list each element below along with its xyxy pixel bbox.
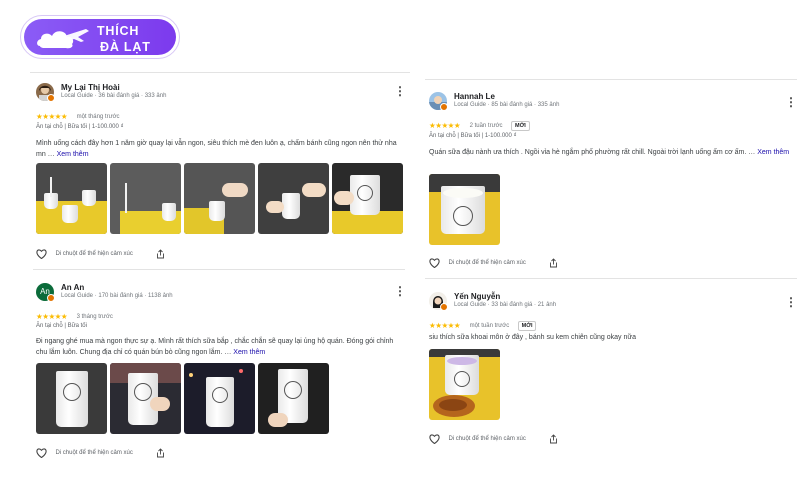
see-more-link[interactable]: Xem thêm [233, 349, 265, 356]
see-more-link[interactable]: Xem thêm [757, 149, 789, 156]
review-photo[interactable] [184, 163, 255, 234]
review-time: một tuần trước [469, 322, 510, 329]
review-photo[interactable] [332, 163, 403, 234]
reviewer-name[interactable]: Hannah Le [454, 92, 495, 101]
share-icon[interactable] [549, 258, 558, 268]
rating-line: ★★★★★ một tháng trước [36, 108, 120, 121]
reaction-bar: Di chuột để thể hiện cảm xúc [429, 254, 558, 268]
new-badge: MỚI [517, 320, 537, 331]
review-text: Mình uống cách đây hơn 1 năm giờ quay lạ… [36, 138, 406, 160]
reviewer-meta: Local Guide · 33 bài đánh giá · 21 ảnh [454, 302, 557, 308]
review-text: Quán sữa đậu nành ưa thích . Ngồi vỉa hè… [429, 147, 797, 158]
heart-icon[interactable] [36, 249, 47, 259]
review-photos [36, 363, 329, 434]
reviewer-name[interactable]: My Lại Thị Hoài [61, 83, 120, 92]
review-text: Đi ngang ghé mua mà ngon thực sự ạ. Mình… [36, 336, 401, 358]
divider [33, 269, 405, 270]
star-rating: ★★★★★ [429, 321, 461, 331]
reviewer-meta: Local Guide · 85 bài đánh giá · 335 ảnh [454, 102, 560, 108]
reaction-bar: Di chuột để thể hiện cảm xúc [36, 444, 165, 458]
reaction-hint: Di chuột để thể hiện cảm xúc [448, 259, 526, 266]
review-photo[interactable] [110, 163, 181, 234]
reaction-hint: Di chuột để thể hiện cảm xúc [55, 250, 133, 257]
logo-text-line2: ĐÀ LẠT [100, 40, 151, 54]
review-time: 2 tuần trước [469, 122, 503, 129]
review-photo[interactable] [184, 363, 255, 434]
reaction-hint: Di chuột để thể hiện cảm xúc [448, 435, 526, 442]
heart-icon[interactable] [429, 258, 440, 268]
review-photo[interactable] [258, 163, 329, 234]
logo-text-line1: THÍCH [97, 24, 140, 38]
review-photo[interactable] [258, 363, 329, 434]
review-photos [36, 163, 403, 234]
review-card: An An An Local Guide · 170 bài đánh giá … [36, 283, 406, 463]
more-options-icon[interactable]: ⋮ [394, 285, 406, 299]
star-rating: ★★★★★ [36, 312, 68, 322]
thich-da-lat-logo: THÍCH ĐÀ LẠT [20, 15, 180, 59]
review-text-content: siu thích sữa khoai môn ở đây , bánh su … [429, 334, 636, 341]
review-text-content: Quán sữa đậu nành ưa thích . Ngồi vỉa hè… [429, 149, 758, 156]
divider [425, 278, 797, 279]
reviewer-name[interactable]: An An [61, 283, 84, 292]
heart-icon[interactable] [429, 434, 440, 444]
reviewer-meta: Local Guide · 170 bài đánh giá · 1138 ản… [61, 293, 173, 299]
reaction-hint: Di chuột để thể hiện cảm xúc [55, 449, 133, 456]
reviewer-meta: Local Guide · 36 bài đánh giá · 333 ảnh [61, 93, 167, 99]
new-badge: MỚI [511, 120, 530, 131]
divider [425, 79, 797, 80]
review-time: 3 tháng trước [76, 313, 113, 320]
logo-pill: THÍCH ĐÀ LẠT [24, 19, 176, 55]
cloud-plane-icon [37, 29, 89, 49]
review-photo[interactable] [36, 163, 107, 234]
review-photos [429, 174, 500, 245]
local-guide-badge-icon [47, 94, 55, 102]
reviewer-name[interactable]: Yến Nguyễn [454, 292, 500, 301]
review-tags: Ăn tại chỗ | Bữa tối | 1-100.000 ₫ [429, 133, 517, 139]
rating-line: ★★★★★ một tuần trước MỚI [429, 317, 537, 331]
star-rating: ★★★★★ [429, 121, 461, 131]
more-options-icon[interactable]: ⋮ [394, 85, 406, 99]
share-icon[interactable] [549, 434, 558, 444]
review-text-content: Đi ngang ghé mua mà ngon thực sự ạ. Mình… [36, 338, 394, 356]
review-card: Hannah Le Local Guide · 85 bài đánh giá … [429, 92, 797, 272]
review-card: My Lại Thị Hoài Local Guide · 36 bài đán… [36, 83, 406, 263]
review-text-content: Mình uống cách đây hơn 1 năm giờ quay lạ… [36, 140, 397, 158]
review-photo[interactable] [36, 363, 107, 434]
review-photo[interactable] [429, 349, 500, 420]
star-rating: ★★★★★ [36, 112, 68, 122]
review-text: siu thích sữa khoai môn ở đây , bánh su … [429, 332, 797, 343]
reaction-bar: Di chuột để thể hiện cảm xúc [36, 245, 165, 259]
rating-line: ★★★★★ 3 tháng trước [36, 308, 113, 321]
local-guide-badge-icon [440, 303, 448, 311]
local-guide-badge-icon [47, 294, 55, 302]
share-icon[interactable] [156, 448, 165, 458]
share-icon[interactable] [156, 249, 165, 259]
review-photos [429, 349, 500, 420]
review-photo[interactable] [110, 363, 181, 434]
review-card: Yến Nguyễn Local Guide · 33 bài đánh giá… [429, 292, 797, 452]
more-options-icon[interactable]: ⋮ [785, 296, 797, 310]
see-more-link[interactable]: Xem thêm [57, 151, 89, 158]
review-tags: Ăn tại chỗ | Bữa tối | 1-100.000 ₫ [36, 124, 124, 130]
divider [30, 72, 410, 73]
local-guide-badge-icon [440, 103, 448, 111]
rating-line: ★★★★★ 2 tuần trước MỚI [429, 117, 530, 131]
heart-icon[interactable] [36, 448, 47, 458]
review-tags: Ăn tại chỗ | Bữa tối [36, 323, 87, 329]
review-time: một tháng trước [76, 113, 120, 120]
reaction-bar: Di chuột để thể hiện cảm xúc [429, 430, 558, 444]
review-photo[interactable] [429, 174, 500, 245]
more-options-icon[interactable]: ⋮ [785, 96, 797, 110]
